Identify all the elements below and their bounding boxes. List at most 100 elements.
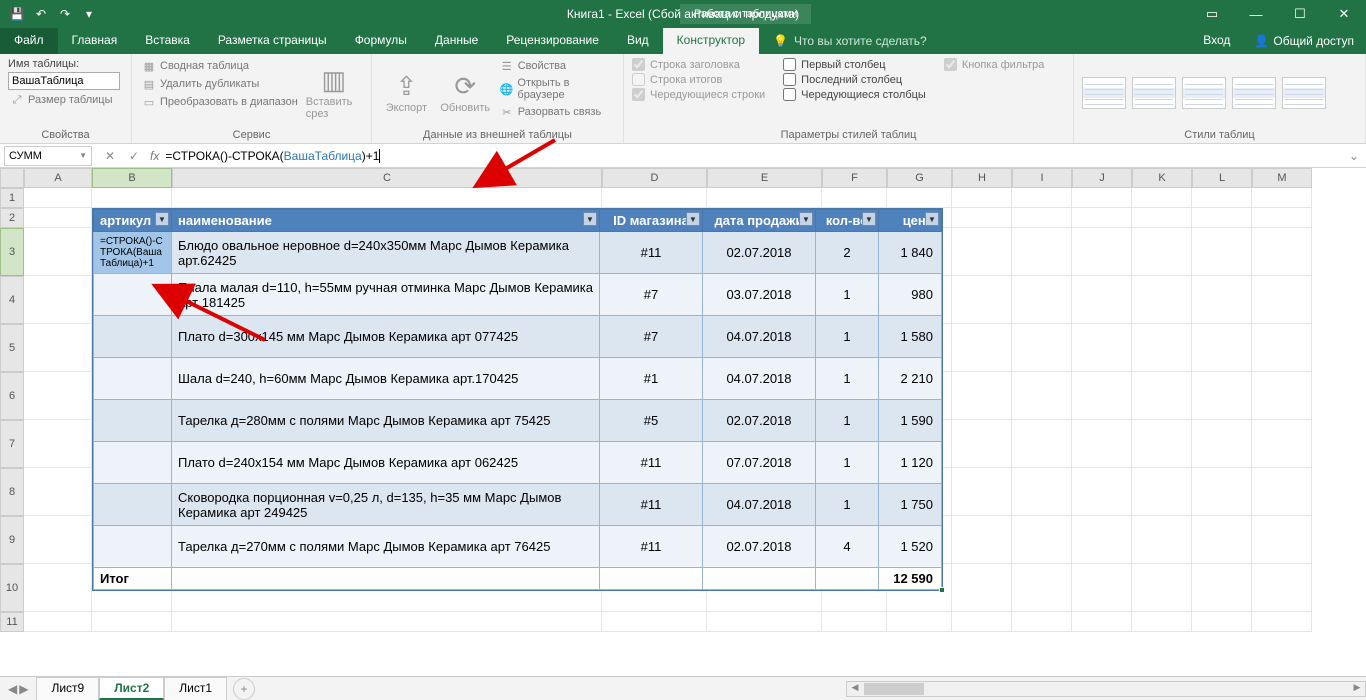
- cell-article[interactable]: =СТРОКА()-СТРОКА(ВашаТаблица)+1: [94, 232, 172, 274]
- cell[interactable]: [24, 420, 92, 468]
- tab-home[interactable]: Главная: [58, 28, 132, 54]
- col-date[interactable]: дата продажи▼: [703, 210, 816, 232]
- scroll-thumb[interactable]: [864, 683, 924, 695]
- total-label[interactable]: Итог: [94, 568, 172, 590]
- scroll-left-icon[interactable]: ◀: [847, 682, 863, 696]
- cell[interactable]: [24, 228, 92, 276]
- row-header[interactable]: 9: [0, 516, 24, 564]
- cell[interactable]: [1252, 564, 1312, 612]
- cell[interactable]: [1072, 612, 1132, 632]
- cell-name[interactable]: Блюдо овальное неровное d=240х350мм Марс…: [172, 232, 600, 274]
- last-col-check[interactable]: Последний столбец: [783, 73, 926, 86]
- cell[interactable]: [1072, 208, 1132, 228]
- filter-icon[interactable]: ▼: [583, 212, 597, 226]
- cell[interactable]: [1132, 276, 1192, 324]
- cell[interactable]: [703, 568, 816, 590]
- cell[interactable]: [24, 188, 92, 208]
- header-row-check[interactable]: Строка заголовка: [632, 58, 765, 71]
- cell[interactable]: [172, 568, 600, 590]
- style-swatch[interactable]: [1232, 77, 1276, 109]
- cell[interactable]: [1012, 420, 1072, 468]
- cell[interactable]: [24, 372, 92, 420]
- cell-qty[interactable]: 1: [816, 274, 879, 316]
- cell[interactable]: [952, 208, 1012, 228]
- cell-date[interactable]: 02.07.2018: [703, 526, 816, 568]
- row-header[interactable]: 6: [0, 372, 24, 420]
- cell-qty[interactable]: 1: [816, 484, 879, 526]
- cell[interactable]: [92, 188, 172, 208]
- col-price[interactable]: цена▼: [879, 210, 942, 232]
- cell[interactable]: [1192, 564, 1252, 612]
- cell-date[interactable]: 02.07.2018: [703, 232, 816, 274]
- cell[interactable]: [1012, 208, 1072, 228]
- cell-price[interactable]: 2 210: [879, 358, 942, 400]
- tab-formulas[interactable]: Формулы: [341, 28, 421, 54]
- cell[interactable]: [24, 564, 92, 612]
- cell-qty[interactable]: 1: [816, 400, 879, 442]
- row-header[interactable]: 2: [0, 208, 24, 228]
- cell[interactable]: [952, 612, 1012, 632]
- cell-article[interactable]: [94, 484, 172, 526]
- cell-date[interactable]: 02.07.2018: [703, 400, 816, 442]
- tab-page-layout[interactable]: Разметка страницы: [204, 28, 341, 54]
- cell[interactable]: [1192, 420, 1252, 468]
- cell[interactable]: [1132, 324, 1192, 372]
- formula-input[interactable]: =СТРОКА()-СТРОКА(ВашаТаблица)+1: [165, 149, 1342, 163]
- filter-icon[interactable]: ▼: [862, 212, 876, 226]
- cell[interactable]: [887, 612, 952, 632]
- cell-qty[interactable]: 2: [816, 232, 879, 274]
- cell[interactable]: [1192, 188, 1252, 208]
- banded-rows-check[interactable]: Чередующиеся строки: [632, 88, 765, 101]
- cell[interactable]: [1012, 324, 1072, 372]
- cell[interactable]: [1192, 208, 1252, 228]
- tab-view[interactable]: Вид: [613, 28, 663, 54]
- ribbon-options-icon[interactable]: ▭: [1190, 0, 1234, 28]
- col-header[interactable]: E: [707, 168, 822, 188]
- cell[interactable]: [1192, 228, 1252, 276]
- col-header[interactable]: M: [1252, 168, 1312, 188]
- row-header[interactable]: 10: [0, 564, 24, 612]
- fx-icon[interactable]: fx: [150, 149, 159, 163]
- add-sheet-button[interactable]: +: [233, 678, 255, 700]
- cell[interactable]: [1072, 276, 1132, 324]
- row-header[interactable]: 4: [0, 276, 24, 324]
- cell-price[interactable]: 1 120: [879, 442, 942, 484]
- cell-article[interactable]: [94, 400, 172, 442]
- save-icon[interactable]: 💾: [6, 3, 28, 25]
- cell[interactable]: [1012, 372, 1072, 420]
- cell-date[interactable]: 04.07.2018: [703, 316, 816, 358]
- cell-date[interactable]: 07.07.2018: [703, 442, 816, 484]
- cell-article[interactable]: [94, 442, 172, 484]
- cell-name[interactable]: Тарелка д=280мм с полями Марс Дымов Кера…: [172, 400, 600, 442]
- cell[interactable]: [952, 564, 1012, 612]
- cell-name[interactable]: Пиала малая d=110, h=55мм ручная отминка…: [172, 274, 600, 316]
- insert-slicer-button[interactable]: ▥Вставить срез: [306, 58, 362, 127]
- cell-store-id[interactable]: #11: [600, 442, 703, 484]
- unlink-button[interactable]: ✂Разорвать связь: [498, 104, 615, 120]
- cell[interactable]: [1252, 276, 1312, 324]
- cell[interactable]: [1132, 372, 1192, 420]
- table-name-input[interactable]: [8, 72, 120, 90]
- tab-file[interactable]: Файл: [0, 28, 58, 54]
- cell[interactable]: [1072, 516, 1132, 564]
- col-article[interactable]: артикул▼: [94, 210, 172, 232]
- connection-props-button[interactable]: ☰Свойства: [498, 58, 615, 74]
- cell[interactable]: [1132, 564, 1192, 612]
- remove-duplicates-button[interactable]: ▤Удалить дубликаты: [140, 76, 300, 92]
- row-header[interactable]: 1: [0, 188, 24, 208]
- table-styles-gallery[interactable]: [1082, 58, 1357, 127]
- cell[interactable]: [1012, 276, 1072, 324]
- cell[interactable]: [1072, 468, 1132, 516]
- cell[interactable]: [952, 276, 1012, 324]
- col-header[interactable]: C: [172, 168, 602, 188]
- chevron-down-icon[interactable]: ▼: [79, 151, 87, 160]
- cell[interactable]: [1012, 468, 1072, 516]
- cell[interactable]: [24, 276, 92, 324]
- cell-name[interactable]: Плато d=300х145 мм Марс Дымов Керамика а…: [172, 316, 600, 358]
- cell[interactable]: [1192, 612, 1252, 632]
- cell-price[interactable]: 1 590: [879, 400, 942, 442]
- cell[interactable]: [92, 612, 172, 632]
- cell[interactable]: [1072, 228, 1132, 276]
- cell[interactable]: [952, 516, 1012, 564]
- tell-me[interactable]: 💡Что вы хотите сделать?: [759, 28, 941, 54]
